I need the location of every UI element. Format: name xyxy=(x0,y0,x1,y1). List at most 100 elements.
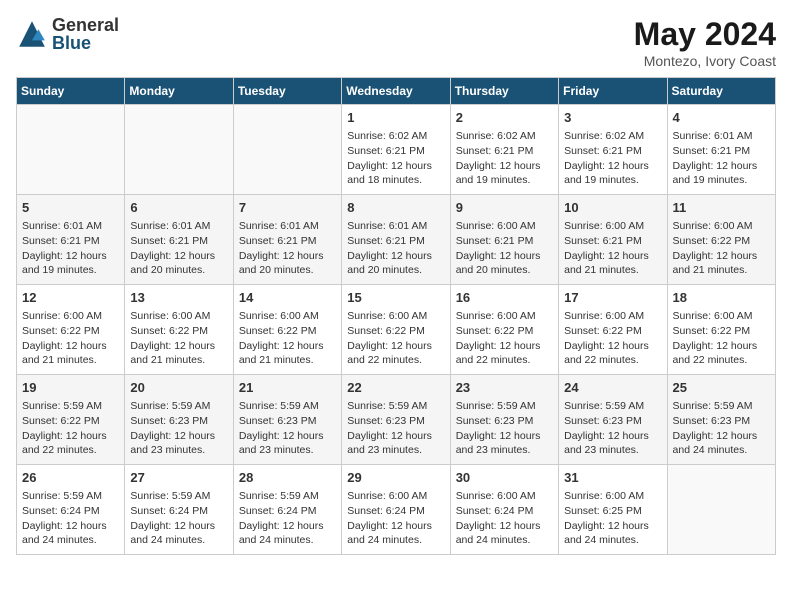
day-info: Sunrise: 5:59 AM Sunset: 6:22 PM Dayligh… xyxy=(22,399,119,458)
location: Montezo, Ivory Coast xyxy=(634,53,776,69)
calendar-header-tuesday: Tuesday xyxy=(233,78,341,105)
calendar-cell: 13 Sunrise: 6:00 AM Sunset: 6:22 PM Dayli… xyxy=(125,285,233,375)
day-info: Sunrise: 5:59 AM Sunset: 6:23 PM Dayligh… xyxy=(347,399,444,458)
calendar-cell: 9 Sunrise: 6:00 AM Sunset: 6:21 PM Daylig… xyxy=(450,195,558,285)
day-number: 25 xyxy=(673,379,770,397)
day-info: Sunrise: 6:00 AM Sunset: 6:24 PM Dayligh… xyxy=(347,489,444,548)
day-info: Sunrise: 6:00 AM Sunset: 6:22 PM Dayligh… xyxy=(130,309,227,368)
day-number: 29 xyxy=(347,469,444,487)
day-info: Sunrise: 5:59 AM Sunset: 6:24 PM Dayligh… xyxy=(130,489,227,548)
calendar-week-row: 12 Sunrise: 6:00 AM Sunset: 6:22 PM Dayli… xyxy=(17,285,776,375)
calendar-cell xyxy=(233,105,341,195)
calendar-header-monday: Monday xyxy=(125,78,233,105)
calendar-week-row: 1 Sunrise: 6:02 AM Sunset: 6:21 PM Daylig… xyxy=(17,105,776,195)
calendar-cell: 1Sunrise: 6:02 AM Sunset: 6:21 PM Daylig… xyxy=(342,105,450,195)
day-info: Sunrise: 6:01 AM Sunset: 6:21 PM Dayligh… xyxy=(347,219,444,278)
calendar-cell: 10 Sunrise: 6:00 AM Sunset: 6:21 PM Dayli… xyxy=(559,195,667,285)
day-info: Sunrise: 6:00 AM Sunset: 6:22 PM Dayligh… xyxy=(673,219,770,278)
calendar-cell: 15 Sunrise: 6:00 AM Sunset: 6:22 PM Dayli… xyxy=(342,285,450,375)
day-number: 28 xyxy=(239,469,336,487)
day-info: Sunrise: 6:01 AM Sunset: 6:21 PM Dayligh… xyxy=(22,219,119,278)
day-info: Sunrise: 6:00 AM Sunset: 6:22 PM Dayligh… xyxy=(456,309,553,368)
calendar-table: SundayMondayTuesdayWednesdayThursdayFrid… xyxy=(16,77,776,555)
day-number: 20 xyxy=(130,379,227,397)
calendar-cell: 11 Sunrise: 6:00 AM Sunset: 6:22 PM Dayli… xyxy=(667,195,775,285)
day-number: 11 xyxy=(673,199,770,217)
day-info: Sunrise: 5:59 AM Sunset: 6:23 PM Dayligh… xyxy=(673,399,770,458)
logo-icon xyxy=(16,18,48,50)
calendar-header-friday: Friday xyxy=(559,78,667,105)
logo-blue-text: Blue xyxy=(52,33,91,53)
day-info: Sunrise: 6:00 AM Sunset: 6:25 PM Dayligh… xyxy=(564,489,661,548)
day-number: 12 xyxy=(22,289,119,307)
calendar-cell: 2 Sunrise: 6:02 AM Sunset: 6:21 PM Daylig… xyxy=(450,105,558,195)
day-number: 23 xyxy=(456,379,553,397)
day-number: 15 xyxy=(347,289,444,307)
calendar-cell: 26 Sunrise: 5:59 AM Sunset: 6:24 PM Dayli… xyxy=(17,465,125,555)
calendar-week-row: 26 Sunrise: 5:59 AM Sunset: 6:24 PM Dayli… xyxy=(17,465,776,555)
day-number: 6 xyxy=(130,199,227,217)
day-number: 22 xyxy=(347,379,444,397)
calendar-cell: 7Sunrise: 6:01 AM Sunset: 6:21 PM Daylig… xyxy=(233,195,341,285)
calendar-header-sunday: Sunday xyxy=(17,78,125,105)
day-number: 3 xyxy=(564,109,661,127)
day-number: 24 xyxy=(564,379,661,397)
calendar-cell: 30Sunrise: 6:00 AM Sunset: 6:24 PM Dayli… xyxy=(450,465,558,555)
day-info: Sunrise: 6:00 AM Sunset: 6:24 PM Dayligh… xyxy=(456,489,553,548)
calendar-cell xyxy=(125,105,233,195)
calendar-cell: 14Sunrise: 6:00 AM Sunset: 6:22 PM Dayli… xyxy=(233,285,341,375)
day-number: 8 xyxy=(347,199,444,217)
calendar-cell: 16 Sunrise: 6:00 AM Sunset: 6:22 PM Dayli… xyxy=(450,285,558,375)
calendar-cell: 28 Sunrise: 5:59 AM Sunset: 6:24 PM Dayli… xyxy=(233,465,341,555)
day-number: 1 xyxy=(347,109,444,127)
day-info: Sunrise: 6:02 AM Sunset: 6:21 PM Dayligh… xyxy=(456,129,553,188)
calendar-cell: 19 Sunrise: 5:59 AM Sunset: 6:22 PM Dayli… xyxy=(17,375,125,465)
day-info: Sunrise: 5:59 AM Sunset: 6:24 PM Dayligh… xyxy=(239,489,336,548)
day-number: 19 xyxy=(22,379,119,397)
calendar-header-thursday: Thursday xyxy=(450,78,558,105)
day-number: 18 xyxy=(673,289,770,307)
day-info: Sunrise: 5:59 AM Sunset: 6:23 PM Dayligh… xyxy=(239,399,336,458)
calendar-week-row: 19 Sunrise: 5:59 AM Sunset: 6:22 PM Dayli… xyxy=(17,375,776,465)
day-info: Sunrise: 5:59 AM Sunset: 6:24 PM Dayligh… xyxy=(22,489,119,548)
calendar-cell: 8 Sunrise: 6:01 AM Sunset: 6:21 PM Daylig… xyxy=(342,195,450,285)
logo: General Blue xyxy=(16,16,119,52)
day-number: 27 xyxy=(130,469,227,487)
calendar-header-row: SundayMondayTuesdayWednesdayThursdayFrid… xyxy=(17,78,776,105)
calendar-cell: 12Sunrise: 6:00 AM Sunset: 6:22 PM Dayli… xyxy=(17,285,125,375)
day-info: Sunrise: 6:00 AM Sunset: 6:22 PM Dayligh… xyxy=(673,309,770,368)
calendar-cell: 29 Sunrise: 6:00 AM Sunset: 6:24 PM Dayli… xyxy=(342,465,450,555)
day-number: 31 xyxy=(564,469,661,487)
day-info: Sunrise: 6:00 AM Sunset: 6:21 PM Dayligh… xyxy=(564,219,661,278)
day-info: Sunrise: 6:01 AM Sunset: 6:21 PM Dayligh… xyxy=(130,219,227,278)
day-info: Sunrise: 6:00 AM Sunset: 6:21 PM Dayligh… xyxy=(456,219,553,278)
day-number: 2 xyxy=(456,109,553,127)
day-info: Sunrise: 5:59 AM Sunset: 6:23 PM Dayligh… xyxy=(130,399,227,458)
calendar-cell: 25 Sunrise: 5:59 AM Sunset: 6:23 PM Dayli… xyxy=(667,375,775,465)
calendar-cell: 18 Sunrise: 6:00 AM Sunset: 6:22 PM Dayli… xyxy=(667,285,775,375)
calendar-cell: 5Sunrise: 6:01 AM Sunset: 6:21 PM Daylig… xyxy=(17,195,125,285)
calendar-cell: 31 Sunrise: 6:00 AM Sunset: 6:25 PM Dayli… xyxy=(559,465,667,555)
calendar-cell: 27 Sunrise: 5:59 AM Sunset: 6:24 PM Dayli… xyxy=(125,465,233,555)
day-number: 26 xyxy=(22,469,119,487)
day-number: 14 xyxy=(239,289,336,307)
day-number: 16 xyxy=(456,289,553,307)
month-title: May 2024 xyxy=(634,16,776,53)
calendar-cell: 6 Sunrise: 6:01 AM Sunset: 6:21 PM Daylig… xyxy=(125,195,233,285)
day-info: Sunrise: 6:00 AM Sunset: 6:22 PM Dayligh… xyxy=(347,309,444,368)
calendar-cell xyxy=(17,105,125,195)
calendar-cell: 23Sunrise: 5:59 AM Sunset: 6:23 PM Dayli… xyxy=(450,375,558,465)
calendar-week-row: 5Sunrise: 6:01 AM Sunset: 6:21 PM Daylig… xyxy=(17,195,776,285)
day-number: 10 xyxy=(564,199,661,217)
day-number: 17 xyxy=(564,289,661,307)
day-number: 9 xyxy=(456,199,553,217)
day-info: Sunrise: 6:02 AM Sunset: 6:21 PM Dayligh… xyxy=(564,129,661,188)
calendar-cell: 17Sunrise: 6:00 AM Sunset: 6:22 PM Dayli… xyxy=(559,285,667,375)
day-number: 4 xyxy=(673,109,770,127)
day-info: Sunrise: 5:59 AM Sunset: 6:23 PM Dayligh… xyxy=(564,399,661,458)
calendar-cell: 24 Sunrise: 5:59 AM Sunset: 6:23 PM Dayli… xyxy=(559,375,667,465)
calendar-cell xyxy=(667,465,775,555)
calendar-cell: 3 Sunrise: 6:02 AM Sunset: 6:21 PM Daylig… xyxy=(559,105,667,195)
day-number: 13 xyxy=(130,289,227,307)
logo-general-text: General xyxy=(52,15,119,35)
